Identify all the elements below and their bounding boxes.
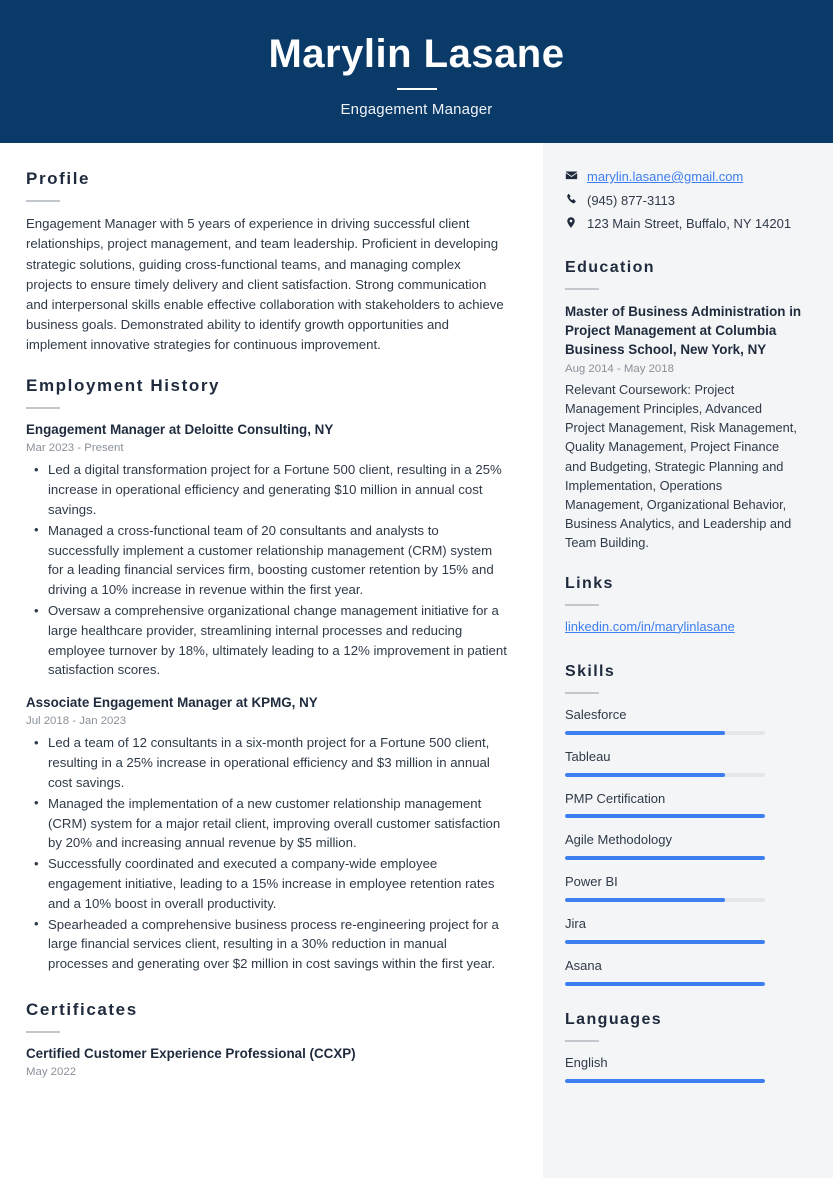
- heading-underline: [26, 200, 60, 203]
- contact-row-email: marylin.lasane@gmail.com: [565, 167, 803, 187]
- skill-progress-fill: [565, 856, 765, 861]
- section-skills: Skills Salesforce Tableau PMP Certificat…: [565, 662, 803, 986]
- skill-progress-fill: [565, 898, 725, 903]
- main-column: Profile Engagement Manager with 5 years …: [0, 143, 543, 1178]
- job-bullets: Led a digital transformation project for…: [26, 460, 507, 680]
- skill-progress-fill: [565, 814, 765, 819]
- degree-date: Aug 2014 - May 2018: [565, 362, 674, 375]
- skill-item: Jira: [565, 915, 803, 945]
- envelope-icon: [565, 167, 587, 182]
- section-languages: Languages English: [565, 1010, 803, 1083]
- languages-heading: Languages: [565, 1010, 663, 1028]
- certificate-title: Certified Customer Experience Profession…: [26, 1046, 356, 1062]
- job-bullets: Led a team of 12 consultants in a six-mo…: [26, 733, 507, 974]
- job-title: Engagement Manager at Deloitte Consultin…: [26, 422, 334, 438]
- certificate-date: May 2022: [26, 1066, 77, 1079]
- skill-label: PMP Certification: [565, 790, 666, 806]
- skill-progress-track: [565, 814, 765, 819]
- profile-text: Engagement Manager with 5 years of exper…: [26, 216, 504, 352]
- list-item: Led a team of 12 consultants in a six-mo…: [26, 733, 507, 792]
- language-progress-fill: [565, 1078, 765, 1083]
- skill-progress-track: [565, 940, 765, 945]
- heading-underline: [565, 691, 599, 694]
- skill-progress-fill: [565, 772, 725, 777]
- skill-item: Salesforce: [565, 706, 803, 735]
- header-subtitle: Engagement Manager: [340, 100, 493, 118]
- employment-heading: Employment History: [26, 375, 221, 395]
- certificate-entry: Certified Customer Experience Profession…: [26, 1045, 507, 1081]
- resume-header: Marylin Lasane Engagement Manager: [0, 0, 833, 143]
- location-pin-icon: [565, 214, 587, 229]
- skill-progress-fill: [565, 940, 765, 945]
- skills-heading: Skills: [565, 662, 616, 680]
- language-item: English: [565, 1054, 803, 1083]
- resume-page: Marylin Lasane Engagement Manager Profil…: [0, 0, 833, 1178]
- education-heading: Education: [565, 258, 655, 276]
- job-title: Associate Engagement Manager at KPMG, NY: [26, 695, 318, 711]
- header-divider: [396, 87, 437, 90]
- skill-item: Power BI: [565, 873, 803, 903]
- sidebar-column: marylin.lasane@gmail.com (945) 877-3113: [543, 143, 833, 1178]
- skill-label: Power BI: [565, 874, 618, 890]
- address-value: 123 Main Street, Buffalo, NY 14201: [587, 216, 792, 231]
- degree-description: Relevant Coursework: Project Management …: [565, 381, 797, 551]
- phone-icon: [565, 191, 587, 206]
- language-label: English: [565, 1055, 608, 1071]
- job-date: Mar 2023 - Present: [26, 442, 124, 455]
- contact-details: marylin.lasane@gmail.com (945) 877-3113: [565, 167, 803, 234]
- heading-underline: [26, 407, 60, 410]
- heading-underline: [565, 287, 599, 290]
- skill-progress-track: [565, 856, 765, 861]
- heading-underline: [565, 1040, 599, 1043]
- skill-item: Asana: [565, 957, 803, 986]
- skill-label: Tableau: [565, 748, 611, 764]
- section-employment-history: Employment History Engagement Manager at…: [26, 376, 507, 974]
- degree-title: Master of Business Administration in Pro…: [565, 303, 802, 357]
- skill-progress-fill: [565, 981, 765, 986]
- list-item: Led a digital transformation project for…: [26, 460, 507, 519]
- section-education: Education Master of Business Administrat…: [565, 258, 803, 553]
- links-heading: Links: [565, 574, 614, 592]
- profile-heading: Profile: [26, 169, 91, 188]
- skill-label: Agile Methodology: [565, 832, 672, 848]
- resume-body: Profile Engagement Manager with 5 years …: [0, 143, 833, 1178]
- section-certificates: Certificates Certified Customer Experien…: [26, 1000, 507, 1082]
- skill-item: Agile Methodology: [565, 831, 803, 861]
- skill-item: Tableau: [565, 748, 803, 777]
- page-title: Marylin Lasane: [268, 31, 565, 76]
- employment-entry: Engagement Manager at Deloitte Consultin…: [26, 421, 507, 680]
- language-progress-track: [565, 1078, 765, 1083]
- list-item: Managed the implementation of a new cust…: [26, 793, 507, 853]
- linkedin-link[interactable]: linkedin.com/in/marylinlasane: [565, 619, 735, 634]
- list-item: Successfully coordinated and executed a …: [26, 854, 507, 913]
- heading-underline: [565, 603, 599, 606]
- list-item: Managed a cross-functional team of 20 co…: [26, 520, 507, 600]
- contact-row-phone: (945) 877-3113: [565, 191, 803, 211]
- email-link[interactable]: marylin.lasane@gmail.com: [587, 167, 743, 187]
- list-item: Oversaw a comprehensive organizational c…: [26, 600, 507, 680]
- employment-entry: Associate Engagement Manager at KPMG, NY…: [26, 694, 507, 974]
- skill-label: Asana: [565, 958, 602, 974]
- contact-row-address: 123 Main Street, Buffalo, NY 14201: [565, 214, 803, 234]
- phone-value: (945) 877-3113: [587, 192, 675, 208]
- skill-progress-track: [565, 898, 765, 903]
- skill-item: PMP Certification: [565, 790, 803, 819]
- section-profile: Profile Engagement Manager with 5 years …: [26, 169, 507, 355]
- skill-progress-track: [565, 730, 765, 735]
- certificates-heading: Certificates: [26, 999, 138, 1019]
- skill-label: Salesforce: [565, 706, 627, 722]
- skill-progress-track: [565, 772, 765, 777]
- skill-progress-track: [565, 981, 765, 986]
- job-date: Jul 2018 - Jan 2023: [26, 715, 127, 728]
- skill-progress-fill: [565, 730, 725, 735]
- list-item: Spearheaded a comprehensive business pro…: [26, 914, 507, 974]
- skill-label: Jira: [565, 916, 586, 932]
- heading-underline: [26, 1031, 60, 1034]
- section-links: Links linkedin.com/in/marylinlasane: [565, 574, 803, 636]
